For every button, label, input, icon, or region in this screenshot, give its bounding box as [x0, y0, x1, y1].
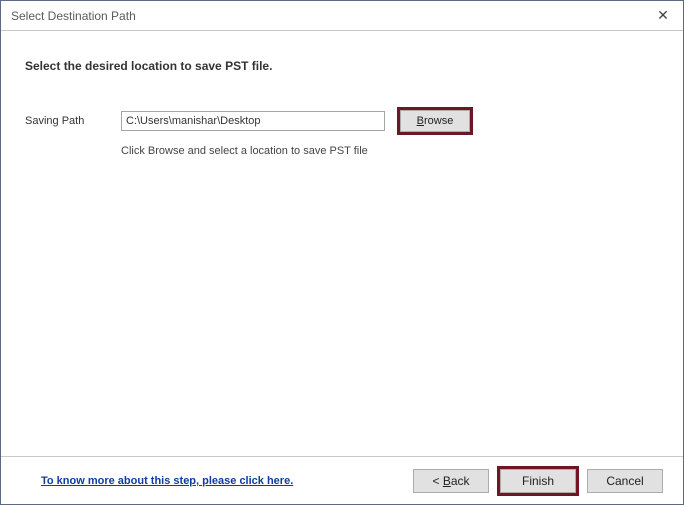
hint-text: Click Browse and select a location to sa… — [121, 145, 659, 157]
help-link[interactable]: To know more about this step, please cli… — [41, 475, 293, 487]
path-row: Saving Path Browse — [25, 107, 659, 135]
browse-highlight: Browse — [397, 107, 473, 135]
content-area: Select the desired location to save PST … — [1, 31, 683, 456]
saving-path-label: Saving Path — [25, 115, 105, 127]
close-button[interactable]: ✕ — [643, 1, 683, 31]
footer-bar: To know more about this step, please cli… — [1, 456, 683, 504]
saving-path-input[interactable] — [121, 111, 385, 131]
finish-highlight: Finish — [497, 466, 579, 496]
browse-button[interactable]: Browse — [400, 110, 470, 132]
window-title: Select Destination Path — [11, 9, 643, 23]
dialog-window: Select Destination Path ✕ Select the des… — [0, 0, 684, 505]
cancel-button[interactable]: Cancel — [587, 469, 663, 493]
titlebar: Select Destination Path ✕ — [1, 1, 683, 31]
instruction-text: Select the desired location to save PST … — [25, 59, 659, 73]
back-button[interactable]: < Back — [413, 469, 489, 493]
finish-button[interactable]: Finish — [500, 469, 576, 493]
